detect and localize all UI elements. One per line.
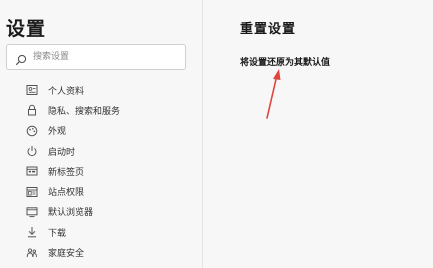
sidebar-item-privacy[interactable]: 隐私、搜索和服务: [26, 100, 120, 120]
sidebar-nav: 个人资料 隐私、搜索和服务 外观 启动时 新标签页 站点权限 默认浏览器 下载 …: [26, 80, 120, 263]
sidebar-title: 设置: [6, 18, 47, 40]
sidebar-item-label: 启动时: [48, 147, 76, 158]
sidebar-item-profile[interactable]: 个人资料: [26, 80, 120, 100]
sidebar-item-appearance[interactable]: 外观: [26, 121, 120, 141]
sidebar-item-new-tab[interactable]: 新标签页: [26, 161, 120, 181]
reset-settings-link[interactable]: 将设置还原为其默认值: [240, 55, 330, 68]
main-content: 重置设置 将设置还原为其默认值: [204, 0, 433, 268]
default-browser-icon: [26, 206, 38, 218]
lock-icon: [26, 104, 38, 116]
sidebar-item-site-permissions[interactable]: 站点权限: [26, 181, 120, 201]
appearance-icon: [26, 125, 38, 137]
site-permissions-icon: [26, 186, 38, 198]
profile-icon: [26, 84, 38, 96]
new-tab-icon: [26, 165, 38, 177]
sidebar-item-label: 下载: [48, 228, 67, 239]
sidebar-item-label: 个人资料: [48, 86, 85, 97]
sidebar-item-startup[interactable]: 启动时: [26, 141, 120, 161]
sidebar-item-label: 家庭安全: [48, 249, 85, 260]
sidebar-item-label: 默认浏览器: [48, 208, 94, 219]
annotation-arrow: [266, 69, 281, 119]
sidebar-item-default-browser[interactable]: 默认浏览器: [26, 202, 120, 222]
sidebar-item-label: 隐私、搜索和服务: [48, 106, 121, 117]
download-icon: [26, 226, 38, 238]
search-box[interactable]: [6, 44, 186, 70]
family-safety-icon: [26, 247, 38, 259]
search-icon: [15, 51, 27, 66]
sidebar-item-family-safety[interactable]: 家庭安全: [26, 242, 120, 262]
sidebar-item-downloads[interactable]: 下载: [26, 222, 120, 242]
sidebar-item-label: 站点权限: [48, 188, 85, 199]
page-title: 重置设置: [240, 22, 297, 37]
sidebar-item-label: 外观: [48, 127, 67, 138]
sidebar-item-label: 新标签页: [48, 167, 85, 178]
search-input[interactable]: [33, 48, 181, 66]
power-icon: [26, 145, 38, 157]
settings-sidebar: 设置 个人资料 隐私、搜索和服务 外观: [0, 0, 203, 268]
